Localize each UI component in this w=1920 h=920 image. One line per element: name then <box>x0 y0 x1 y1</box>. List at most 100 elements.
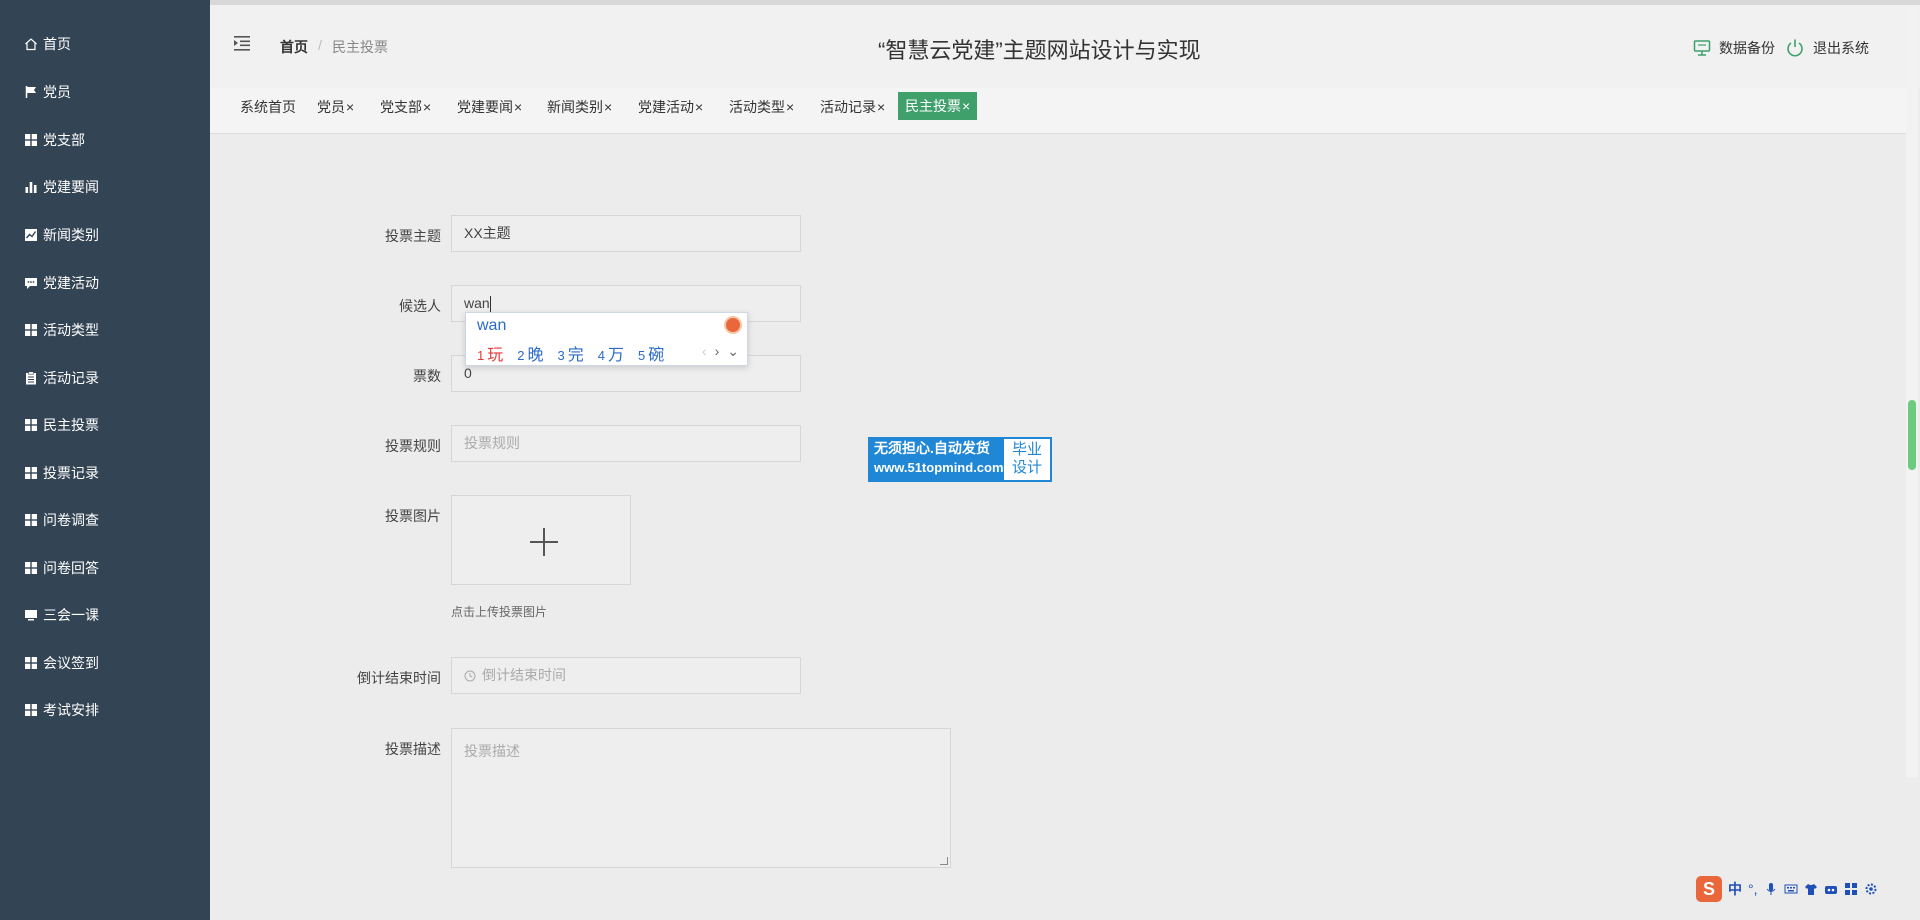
menu-toggle-icon[interactable] <box>232 33 252 53</box>
image-upload-button[interactable] <box>451 495 631 585</box>
plus-icon-vertical <box>543 528 545 556</box>
ime-candidate[interactable]: 3完 <box>558 341 584 365</box>
image-label: 投票图片 <box>385 508 441 524</box>
sidebar-item-14[interactable]: 考试安排 <box>24 699 99 721</box>
tab-6[interactable]: 活动类型× <box>729 93 794 121</box>
sidebar-item-11[interactable]: 问卷回答 <box>24 557 99 579</box>
tab-4[interactable]: 新闻类别× <box>547 93 612 121</box>
tab-7[interactable]: 活动记录× <box>820 93 885 121</box>
sidebar-item-0[interactable]: 首页 <box>24 33 71 55</box>
watermark-ad: 无须担心.自动发货 www.51topmind.com 毕业 设计 <box>868 437 1052 482</box>
ime-logo-icon[interactable] <box>724 316 742 334</box>
ime-composition: wan <box>477 317 507 334</box>
ime-punct-toggle[interactable]: °, <box>1748 881 1758 897</box>
sidebar: 首页党员党支部党建要闻新闻类别党建活动活动类型活动记录民主投票投票记录问卷调查问… <box>0 0 210 920</box>
rules-input[interactable]: 投票规则 <box>451 425 801 462</box>
topic-label: 投票主题 <box>385 228 441 244</box>
sidebar-item-5[interactable]: 党建活动 <box>24 272 99 294</box>
sidebar-item-1[interactable]: 党员 <box>24 81 71 103</box>
tab-3[interactable]: 党建要闻× <box>457 93 522 121</box>
sogou-logo-icon[interactable]: S <box>1696 876 1722 902</box>
sidebar-item-label: 三会一课 <box>43 607 99 623</box>
logout-button[interactable]: 退出系统 <box>1785 38 1869 58</box>
ime-candidate-number: 3 <box>557 348 565 363</box>
sidebar-item-label: 党员 <box>43 84 71 100</box>
sidebar-item-12[interactable]: 三会一课 <box>24 604 99 626</box>
ime-candidate[interactable]: 1玩 <box>477 341 503 365</box>
sidebar-item-label: 党建活动 <box>43 275 99 291</box>
ime-candidate[interactable]: 5碗 <box>638 341 664 365</box>
ime-mode-toggle[interactable]: 中 <box>1728 879 1742 899</box>
tab-2[interactable]: 党支部× <box>380 93 431 121</box>
logout-label: 退出系统 <box>1813 40 1869 56</box>
data-backup-button[interactable]: 数据备份 <box>1693 38 1775 58</box>
sidebar-item-2[interactable]: 党支部 <box>24 129 85 151</box>
ime-expand-icon[interactable]: ⌄ <box>727 343 739 360</box>
ime-candidate-number: 2 <box>517 348 525 363</box>
countdown-label: 倒计结束时间 <box>357 670 441 686</box>
ime-candidate-text: 完 <box>567 347 584 364</box>
scrollbar[interactable] <box>1906 8 1918 778</box>
tab-0[interactable]: 系统首页 <box>240 93 296 121</box>
ime-candidate-number: 4 <box>597 348 605 363</box>
sidebar-item-9[interactable]: 投票记录 <box>24 462 99 484</box>
tab-close-icon[interactable]: × <box>423 99 431 115</box>
ime-candidate-number: 5 <box>638 348 646 363</box>
countdown-input[interactable]: 倒计结束时间 <box>451 657 801 694</box>
settings-gear-icon[interactable] <box>1864 882 1878 896</box>
tab-label: 民主投票 <box>905 98 961 114</box>
breadcrumb-home[interactable]: 首页 <box>280 37 308 57</box>
sidebar-item-10[interactable]: 问卷调查 <box>24 509 99 531</box>
clipboard-icon <box>24 371 38 385</box>
sidebar-item-6[interactable]: 活动类型 <box>24 319 99 341</box>
tab-close-icon[interactable]: × <box>346 99 354 115</box>
sidebar-item-label: 活动类型 <box>43 322 99 338</box>
sidebar-item-7[interactable]: 活动记录 <box>24 367 99 389</box>
sidebar-item-4[interactable]: 新闻类别 <box>24 224 99 246</box>
breadcrumb-current: 民主投票 <box>332 39 388 55</box>
tab-1[interactable]: 党员× <box>317 93 354 121</box>
keyboard-icon[interactable] <box>1784 882 1798 896</box>
sidebar-item-label: 会议签到 <box>43 655 99 671</box>
grid-icon <box>24 703 38 717</box>
ime-next-icon[interactable]: › <box>715 343 720 360</box>
tab-close-icon[interactable]: × <box>604 99 612 115</box>
topic-input[interactable]: XX主题 <box>451 215 801 252</box>
description-label: 投票描述 <box>385 741 441 757</box>
grid-icon <box>24 561 38 575</box>
description-placeholder: 投票描述 <box>464 743 520 759</box>
sidebar-item-3[interactable]: 党建要闻 <box>24 176 99 198</box>
sidebar-item-label: 问卷回答 <box>43 560 99 576</box>
ime-candidate-text: 万 <box>607 347 624 364</box>
grid-icon <box>24 133 38 147</box>
skin-shirt-icon[interactable] <box>1804 882 1818 896</box>
sidebar-item-label: 民主投票 <box>43 417 99 433</box>
tab-close-icon[interactable]: × <box>877 99 885 115</box>
ime-candidate[interactable]: 4万 <box>598 341 624 365</box>
sidebar-item-label: 党建要闻 <box>43 179 99 195</box>
ime-prev-icon[interactable]: ‹ <box>702 343 707 360</box>
tab-close-icon[interactable]: × <box>786 99 794 115</box>
ime-candidate[interactable]: 2晚 <box>517 341 543 365</box>
sidebar-item-label: 投票记录 <box>43 465 99 481</box>
apps-grid-icon[interactable] <box>1844 882 1858 896</box>
tab-label: 党建活动 <box>638 99 694 115</box>
tab-close-icon[interactable]: × <box>962 98 970 114</box>
toolbox-icon[interactable] <box>1824 882 1838 896</box>
bar-chart-icon <box>24 180 38 194</box>
sidebar-item-13[interactable]: 会议签到 <box>24 652 99 674</box>
scrollbar-thumb[interactable] <box>1908 400 1916 470</box>
tab-close-icon[interactable]: × <box>514 99 522 115</box>
rules-label: 投票规则 <box>385 438 441 454</box>
microphone-icon[interactable] <box>1764 882 1778 896</box>
resize-handle[interactable] <box>940 857 948 865</box>
sidebar-item-label: 活动记录 <box>43 370 99 386</box>
monitor-icon <box>24 608 38 622</box>
tab-close-icon[interactable]: × <box>695 99 703 115</box>
tab-5[interactable]: 党建活动× <box>638 93 703 121</box>
tabs-bar: 系统首页 党员× 党支部× 党建要闻× 新闻类别× 党建活动× 活动类型× 活动记录× 民主投票… <box>210 88 1910 134</box>
comment-icon <box>24 276 38 290</box>
description-textarea[interactable]: 投票描述 <box>451 728 951 868</box>
sidebar-item-8[interactable]: 民主投票 <box>24 414 99 436</box>
tab-8[interactable]: 民主投票× <box>898 92 978 120</box>
